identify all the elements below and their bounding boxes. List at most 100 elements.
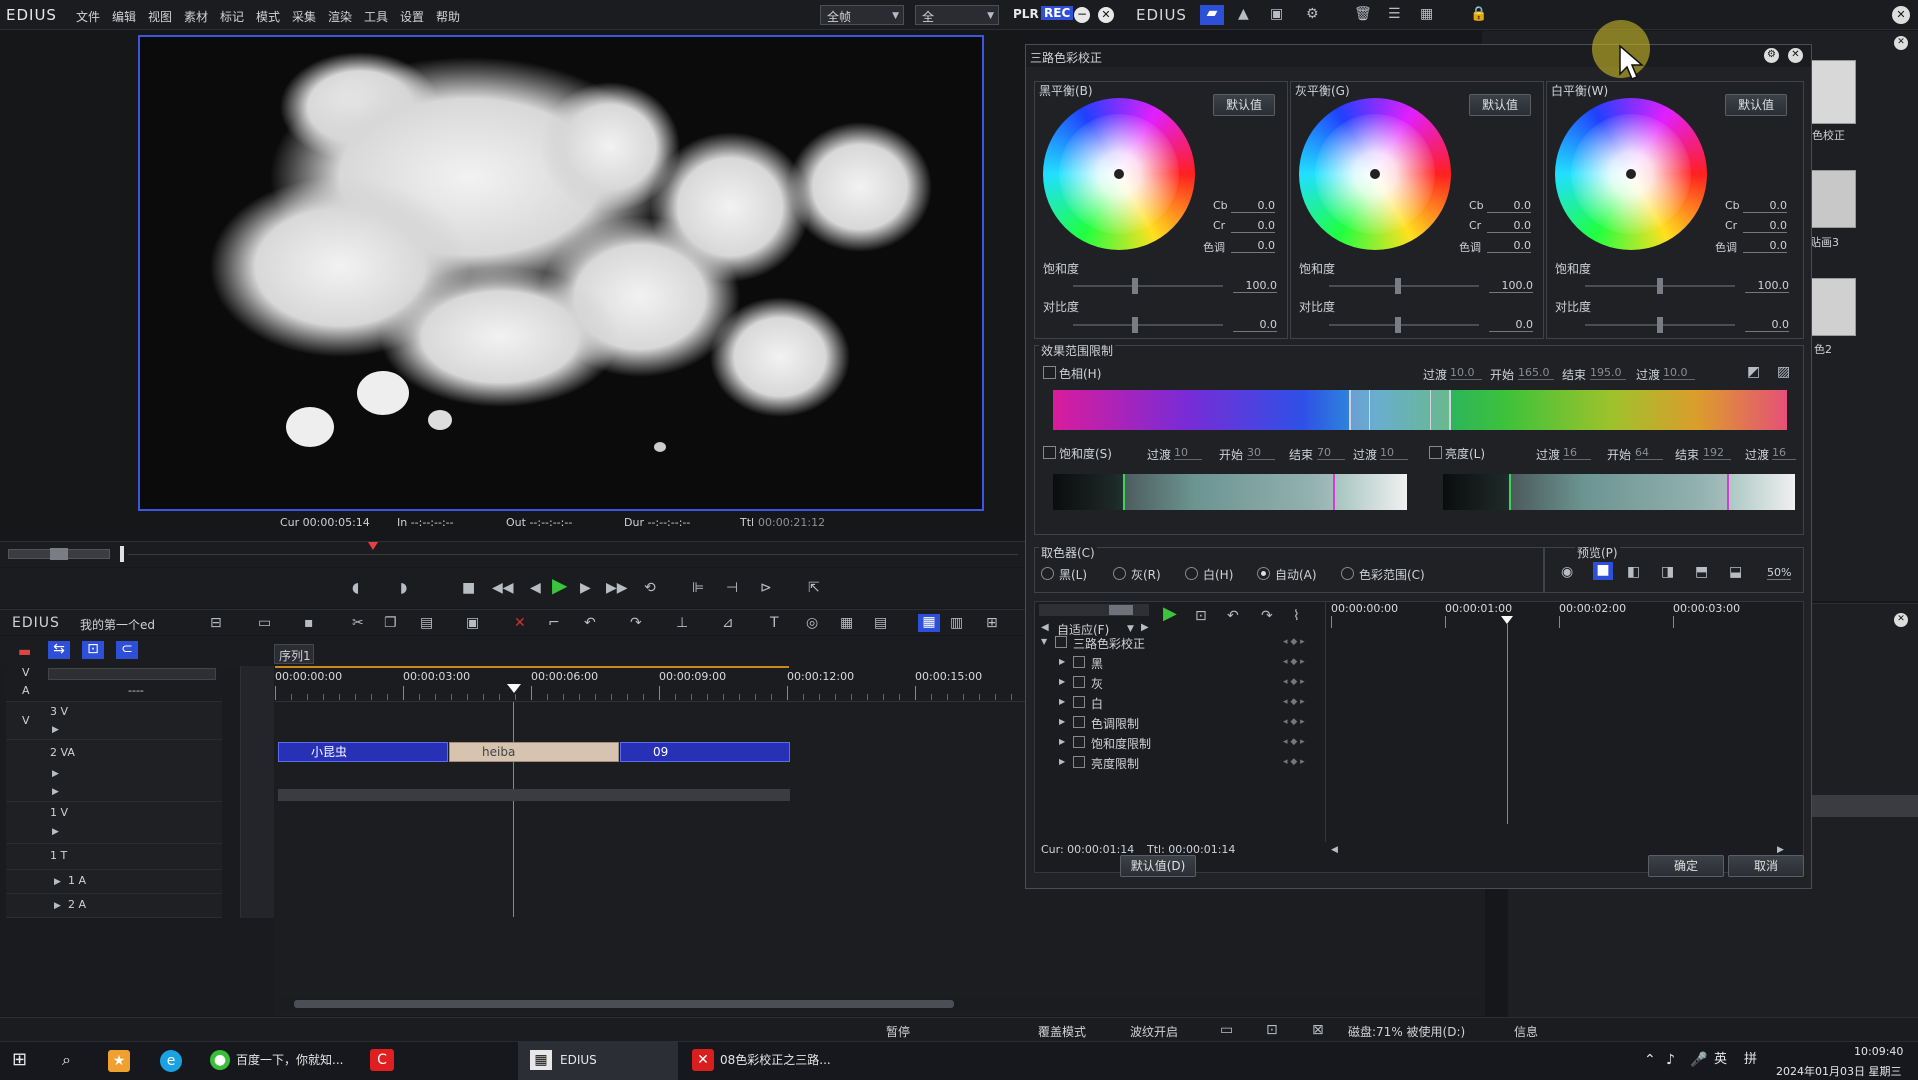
hue-trans1-value[interactable]: 10.0 [1450, 366, 1482, 380]
menu-item[interactable]: 帮助 [436, 8, 460, 25]
keyframe-zoom-slider[interactable] [1039, 604, 1149, 616]
cancel-button[interactable]: 取消 [1728, 855, 1804, 877]
cr-value[interactable]: 0.0 [1743, 219, 1787, 233]
hue-range-core[interactable] [1369, 390, 1431, 430]
ime-mode[interactable]: 拼 [1744, 1041, 1757, 1079]
contrast-value[interactable]: 0.0 [1745, 318, 1789, 332]
kf-vscroll[interactable] [1791, 632, 1801, 808]
clock-date[interactable]: 2024年01月03日 星期三 [1776, 1063, 1902, 1079]
kf-nav-icon[interactable]: ◂ ◆ ▸ [1283, 634, 1305, 650]
expand-icon[interactable]: ▶ [52, 766, 59, 782]
wheel-marker[interactable] [1114, 169, 1124, 179]
title-icon[interactable]: T [770, 615, 779, 631]
hue-start-value[interactable]: 165.0 [1518, 366, 1554, 380]
volume-icon[interactable]: ♪ [1666, 1052, 1675, 1068]
browser-icon[interactable]: e [160, 1050, 182, 1072]
shuttle-knob[interactable] [50, 548, 68, 560]
effect-icon[interactable]: ▲ [1238, 6, 1249, 22]
menu-item[interactable]: 采集 [292, 8, 316, 25]
mixer-icon[interactable]: ▥ [950, 615, 963, 631]
menu-item[interactable]: 编辑 [112, 8, 136, 25]
copy-icon[interactable]: ❐ [384, 615, 397, 631]
timeline-ruler[interactable]: 00:00:00:00 00:00:03:00 00:00:06:00 00:00:0… [275, 666, 1028, 702]
track-2va[interactable]: 2 VA ▶ ▶ [6, 740, 222, 802]
expand-icon[interactable]: ▶ [52, 784, 59, 800]
expand-icon[interactable]: ▶ [1059, 654, 1065, 670]
hue-trans2-value[interactable]: 10.0 [1663, 366, 1695, 380]
effect-thumb-1[interactable] [1808, 60, 1856, 124]
contrast-slider[interactable] [1073, 324, 1223, 326]
rewind-icon[interactable]: ◀◀ [492, 580, 514, 596]
kf-tree-row[interactable]: ▼ 三路色彩校正 ◂ ◆ ▸ [1035, 634, 1325, 652]
kf-tree-checkbox[interactable] [1073, 656, 1085, 668]
doc-task-icon[interactable]: ✕ [692, 1049, 714, 1071]
split-top-icon[interactable]: ⬒ [1695, 564, 1708, 580]
lock-icon[interactable]: 🔒 [1470, 6, 1487, 22]
picker-radio[interactable] [1257, 567, 1270, 580]
kf-nav-icon[interactable]: ◂ ◆ ▸ [1283, 694, 1305, 710]
tools-icon[interactable]: ⚙ [1306, 6, 1319, 22]
menu-item[interactable]: 标记 [220, 8, 244, 25]
menu-item[interactable]: 模式 [256, 8, 280, 25]
fast-forward-icon[interactable]: ▶▶ [606, 580, 628, 596]
saturation-value[interactable]: 100.0 [1745, 279, 1789, 293]
kf-tree-row[interactable]: ▶ 亮度限制 ◂ ◆ ▸ [1035, 754, 1325, 772]
track-3v[interactable]: 3 V V ▶ [6, 702, 222, 740]
paste-icon[interactable]: ▤ [420, 615, 433, 631]
expand-icon[interactable]: ▶ [1059, 674, 1065, 690]
menu-item[interactable]: 工具 [364, 8, 388, 25]
scope-select[interactable]: 全 ▼ [915, 5, 999, 25]
contrast-slider[interactable] [1329, 324, 1479, 326]
playhead-marker[interactable] [368, 542, 378, 550]
track-add-icon[interactable]: ▬ [18, 644, 31, 660]
cb-value[interactable]: 0.0 [1743, 199, 1787, 213]
hue-value[interactable]: 0.0 [1487, 239, 1531, 253]
status-export-icon[interactable]: ⊠ [1312, 1022, 1324, 1038]
cb-value[interactable]: 0.0 [1231, 199, 1275, 213]
split-bottom-icon[interactable]: ⬓ [1729, 564, 1742, 580]
contrast-slider-thumb[interactable] [1395, 317, 1401, 333]
menu-item[interactable]: 文件 [76, 8, 100, 25]
wheel-default-button[interactable]: 默认值 [1469, 94, 1531, 116]
lum-end-value[interactable]: 192 [1703, 446, 1731, 460]
window-close-icon[interactable]: ✕ [1892, 6, 1910, 24]
saturation-value[interactable]: 100.0 [1233, 279, 1277, 293]
ruler-playhead[interactable] [507, 684, 521, 693]
expand-icon[interactable]: ▶ [52, 722, 59, 738]
minus-circle-icon[interactable]: − [1074, 7, 1090, 23]
expand-icon[interactable]: ▶ [1059, 734, 1065, 750]
stop-icon[interactable]: ■ [462, 580, 475, 596]
saturation-slider[interactable] [1329, 285, 1479, 287]
open-project-icon[interactable]: ▭ [258, 615, 271, 631]
dialog-titlebar[interactable]: 三路色彩校正 ⚙ ✕ [1026, 45, 1811, 67]
saturation-slider-thumb[interactable] [1657, 278, 1663, 294]
mic-icon[interactable]: 🎤 [1690, 1052, 1707, 1068]
sat-trans1-value[interactable]: 10 [1174, 446, 1202, 460]
grid-view-icon[interactable]: ▦ [1420, 6, 1433, 22]
saturation-value[interactable]: 100.0 [1489, 279, 1533, 293]
lum-start-value[interactable]: 64 [1635, 446, 1663, 460]
sat-end-value[interactable]: 70 [1317, 446, 1345, 460]
baidu-icon[interactable]: ● [210, 1050, 230, 1070]
replace-icon[interactable]: ▣ [466, 615, 479, 631]
contrast-slider-thumb[interactable] [1657, 317, 1663, 333]
expand-icon[interactable]: ▶ [1059, 694, 1065, 710]
track-1a[interactable]: ▶ 1 A [6, 870, 222, 894]
rec-label[interactable]: REC [1041, 6, 1074, 20]
track-1t[interactable]: 1 T [6, 844, 222, 870]
kf-tree-row[interactable]: ▶ 灰 ◂ ◆ ▸ [1035, 674, 1325, 692]
status-ripple[interactable]: 波纹开启 [1130, 1023, 1178, 1040]
plr-label[interactable]: PLR [1013, 7, 1039, 21]
picker-radio[interactable] [1041, 567, 1054, 580]
ime-lang[interactable]: 英 [1714, 1041, 1727, 1079]
contrast-value[interactable]: 0.0 [1233, 318, 1277, 332]
clip-1[interactable]: 小昆虫 [278, 742, 448, 762]
range-histogram-icon[interactable]: ▨ [1777, 364, 1790, 380]
kf-tree-checkbox[interactable] [1055, 636, 1067, 648]
hue-value[interactable]: 0.0 [1231, 239, 1275, 253]
kf-redo-icon[interactable]: ↷ [1261, 608, 1273, 624]
kf-tree-checkbox[interactable] [1073, 676, 1085, 688]
eye-icon[interactable]: ◉ [1561, 564, 1573, 580]
kf-nav-icon[interactable]: ◂ ◆ ▸ [1283, 734, 1305, 750]
expand-icon[interactable]: ▶ [1059, 754, 1065, 770]
